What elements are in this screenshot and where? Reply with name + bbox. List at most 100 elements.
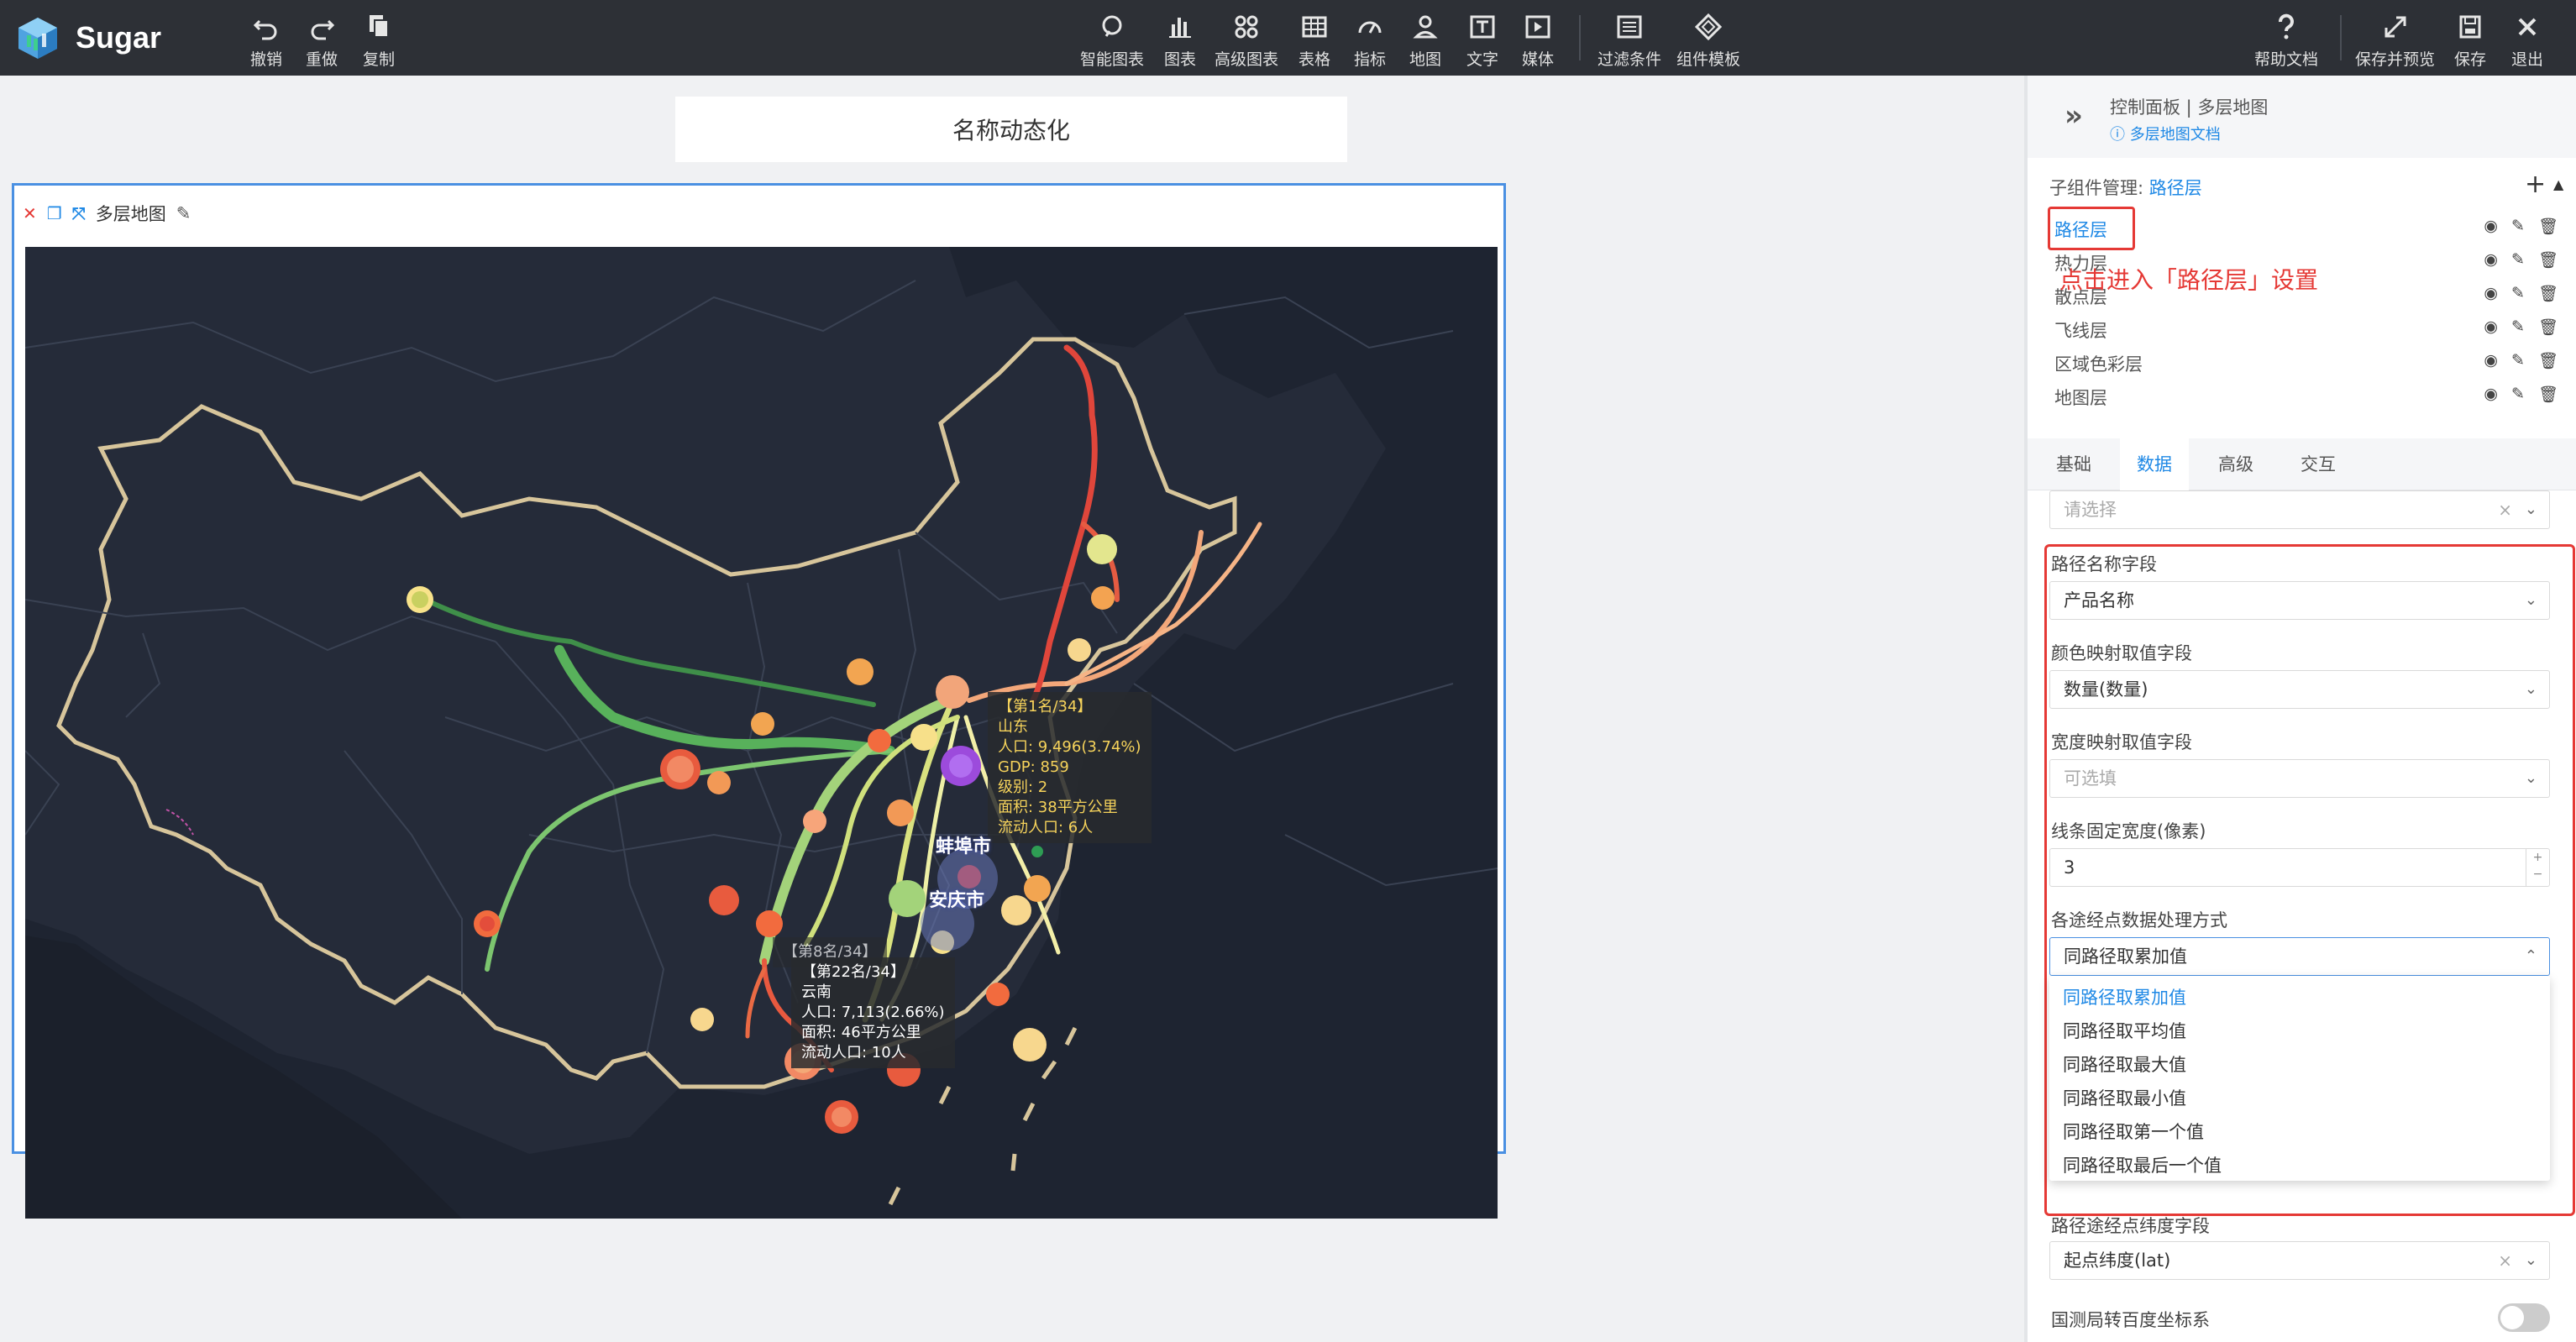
add-layer-icon[interactable]: +	[2525, 170, 2546, 199]
lat-field-label: 路径途经点纬度字段	[2051, 1216, 2210, 1236]
dropdown-option[interactable]: 同路径取第一个值	[2063, 1119, 2204, 1144]
doc-link[interactable]: ⓘ 多层地图文档	[2110, 123, 2221, 144]
highlight-box	[2048, 207, 2135, 250]
undo-label: 撤销	[250, 50, 283, 69]
dropdown-option[interactable]: 同路径取累加值	[2063, 984, 2186, 1009]
sub-component-current[interactable]: 路径层	[2149, 178, 2202, 198]
tooltip-gdp: GDP: 859	[998, 758, 1069, 776]
panel-header: » 控制面板 | 多层地图 ⓘ 多层地图文档	[2028, 76, 2576, 158]
trash-icon[interactable]: 🗑	[2538, 217, 2558, 236]
collapse-up-icon[interactable]: ▲	[2553, 176, 2563, 192]
sub-component-label: 子组件管理:	[2049, 178, 2144, 198]
chart-label: 图表	[1164, 50, 1197, 69]
undo-button[interactable]: 撤销	[250, 12, 282, 70]
tab-basic[interactable]: 基础	[2028, 438, 2120, 490]
process-method-dropdown: 同路径取累加值 同路径取平均值 同路径取最大值 同路径取最小值 同路径取第一个值…	[2049, 976, 2550, 1181]
map-view[interactable]: 【第1名/34】 山东 人口: 9,496(3.74%) GDP: 859 级别…	[25, 247, 1498, 1219]
map-button[interactable]: 地图	[1409, 12, 1441, 70]
tooltip-name: 云南	[801, 983, 832, 1001]
exit-label: 退出	[2511, 50, 2544, 69]
dropdown-option[interactable]: 同路径取最后一个值	[2063, 1152, 2222, 1177]
title-widget[interactable]: 名称动态化	[675, 97, 1347, 162]
cube-logo-icon	[18, 18, 57, 59]
baidu-coord-toggle[interactable]	[2498, 1303, 2550, 1332]
table-label: 表格	[1298, 50, 1331, 69]
path-name-select[interactable]: 产品名称 ⌄	[2049, 581, 2550, 620]
filter-icon	[1614, 12, 1645, 42]
clear-icon[interactable]: ×	[2498, 1242, 2512, 1279]
media-button[interactable]: 媒体	[1522, 12, 1554, 70]
chevron-down-icon: ⌄	[2524, 591, 2537, 609]
delete-icon[interactable]: ✕	[23, 203, 37, 223]
app-logo[interactable]: Sugar	[15, 15, 161, 60]
edit-pencil-icon[interactable]: ✎	[176, 203, 191, 223]
dropdown-option[interactable]: 同路径取平均值	[2063, 1018, 2186, 1043]
eye-icon[interactable]: ◉	[2484, 385, 2498, 404]
edit-icon[interactable]: ✎	[2511, 284, 2525, 303]
save-preview-label: 保存并预览	[2355, 50, 2436, 69]
advanced-chart-button[interactable]: 高级图表	[1215, 12, 1278, 70]
tab-advanced[interactable]: 高级	[2189, 438, 2283, 490]
panel-tabs: 基础 数据 高级 交互	[2028, 438, 2576, 490]
eye-icon[interactable]: ◉	[2484, 250, 2498, 270]
metric-label: 指标	[1354, 50, 1387, 69]
edit-icon[interactable]: ✎	[2511, 385, 2525, 404]
table-button[interactable]: 表格	[1298, 12, 1330, 70]
fixed-width-input[interactable]: 3 + −	[2049, 848, 2550, 887]
trash-icon[interactable]: 🗑	[2538, 385, 2558, 404]
tab-interaction[interactable]: 交互	[2283, 438, 2353, 490]
fullscreen-icon[interactable]: ⤧	[72, 203, 86, 223]
city-label-bengbu: 蚌埠市	[936, 836, 992, 857]
eye-icon[interactable]: ◉	[2484, 217, 2498, 236]
layer-item-region-color[interactable]: 区域色彩层 ◉ ✎ 🗑	[2054, 351, 2558, 381]
trash-icon[interactable]: 🗑	[2538, 317, 2558, 337]
trash-icon[interactable]: 🗑	[2538, 351, 2558, 370]
tab-data[interactable]: 数据	[2120, 438, 2189, 490]
save-button[interactable]: 保存	[2454, 12, 2486, 70]
chevron-up-icon: ⌃	[2524, 947, 2537, 965]
copy-icon	[364, 12, 394, 42]
edit-icon[interactable]: ✎	[2511, 217, 2525, 236]
filter-button[interactable]: 过滤条件	[1598, 12, 1661, 70]
redo-button[interactable]: 重做	[306, 12, 338, 70]
eye-icon[interactable]: ◉	[2484, 317, 2498, 337]
number-stepper[interactable]: + −	[2526, 849, 2549, 886]
exit-button[interactable]: 退出	[2511, 12, 2543, 70]
copy-button[interactable]: 复制	[363, 12, 395, 70]
duplicate-icon[interactable]: ❐	[47, 203, 62, 223]
tooltip-level: 级别: 2	[998, 778, 1048, 796]
trash-icon[interactable]: 🗑	[2538, 250, 2558, 270]
lat-field-select[interactable]: 起点纬度(lat) × ⌄	[2049, 1241, 2550, 1280]
metric-button[interactable]: 指标	[1354, 12, 1386, 70]
close-icon	[2512, 12, 2542, 42]
edit-icon[interactable]: ✎	[2511, 351, 2525, 370]
top-select[interactable]: 请选择 × ⌄	[2049, 490, 2550, 529]
edit-icon[interactable]: ✎	[2511, 250, 2525, 270]
chart-button[interactable]: 图表	[1164, 12, 1196, 70]
help-circle-icon: ⓘ	[2110, 126, 2130, 144]
edit-icon[interactable]: ✎	[2511, 317, 2525, 337]
layer-item-map[interactable]: 地图层 ◉ ✎ 🗑	[2054, 385, 2558, 415]
tooltip-floating: 流动人口: 6人	[998, 819, 1094, 836]
text-button[interactable]: 文字	[1466, 12, 1498, 70]
gauge-icon	[1355, 12, 1385, 42]
color-field-select[interactable]: 数量(数量) ⌄	[2049, 670, 2550, 709]
clear-icon[interactable]: ×	[2498, 491, 2512, 528]
layer-name: 飞线层	[2054, 321, 2107, 341]
eye-icon[interactable]: ◉	[2484, 284, 2498, 303]
dropdown-option[interactable]: 同路径取最小值	[2063, 1085, 2186, 1110]
eye-icon[interactable]: ◉	[2484, 351, 2498, 370]
template-button[interactable]: 组件模板	[1676, 12, 1740, 70]
trash-icon[interactable]: 🗑	[2538, 284, 2558, 303]
collapse-panel-icon[interactable]: »	[2064, 99, 2083, 133]
save-preview-button[interactable]: 保存并预览	[2355, 12, 2435, 70]
multi-layer-map-widget[interactable]: ✕ ❐ ⤧ 多层地图 ✎ 【第1名/34】 山东 人口: 9,496(3.74%…	[12, 183, 1506, 1219]
dropdown-option[interactable]: 同路径取最大值	[2063, 1051, 2186, 1077]
width-field-select[interactable]: 可选填 ⌄	[2049, 759, 2550, 798]
process-method-select[interactable]: 同路径取累加值 ⌃	[2049, 937, 2550, 976]
text-icon	[1467, 12, 1498, 42]
help-button[interactable]: 帮助文档	[2254, 12, 2318, 70]
annotation-text: 点击进入「路径层」设置	[2059, 266, 2319, 294]
layer-item-flyline[interactable]: 飞线层 ◉ ✎ 🗑	[2054, 317, 2558, 348]
smart-chart-button[interactable]: 智能图表	[1080, 12, 1144, 70]
